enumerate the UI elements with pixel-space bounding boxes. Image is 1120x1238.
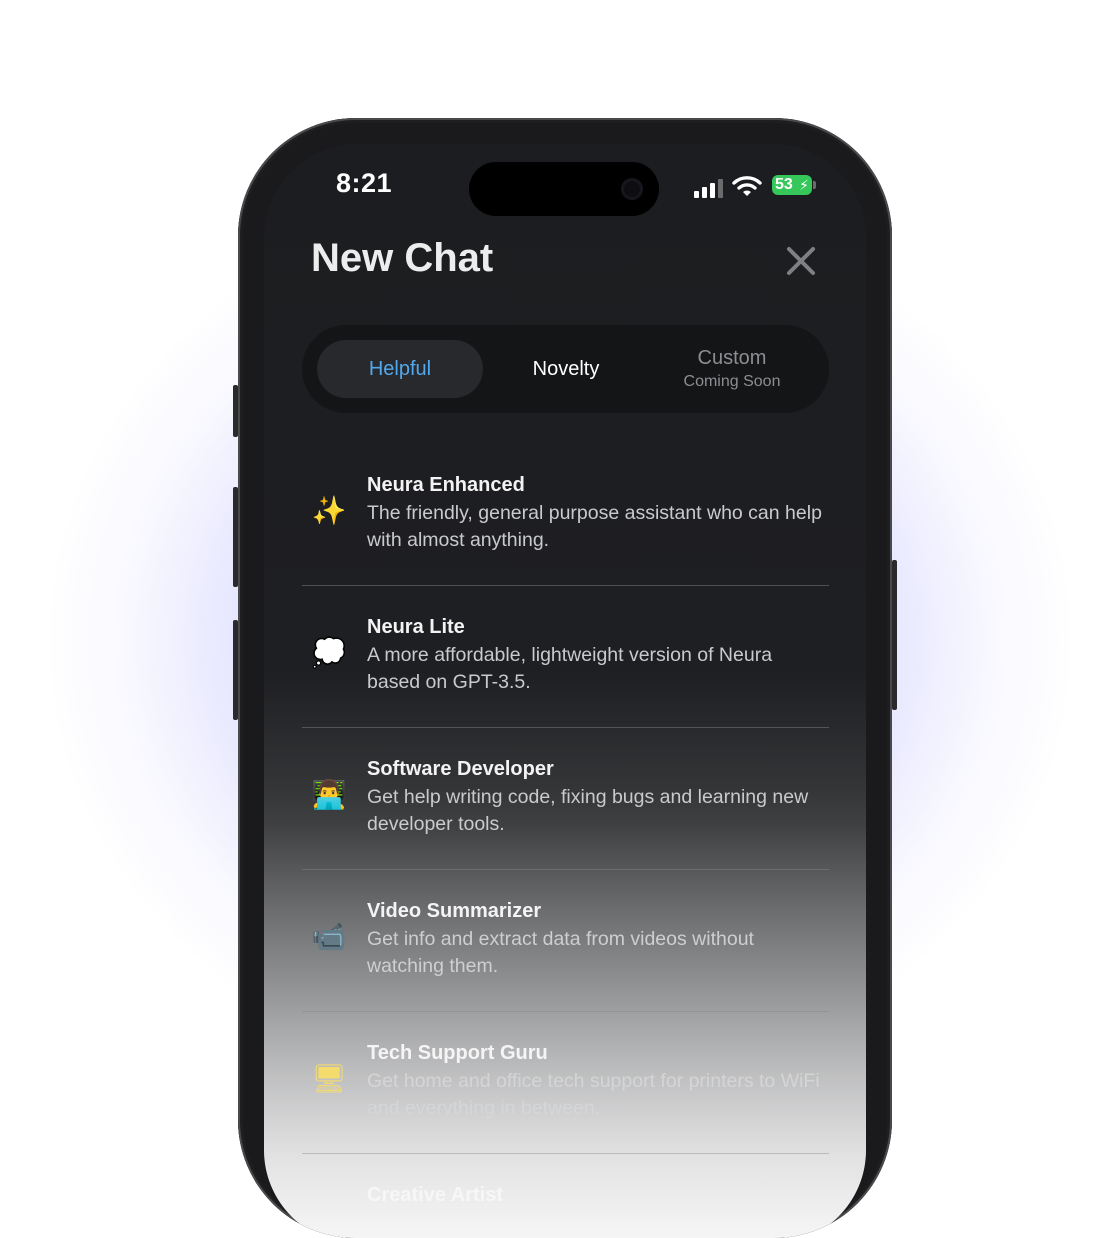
status-time: 8:21: [336, 168, 393, 198]
phone-screen: 8:21 53 ⚡ New Chat Helpful Novelty Custo…: [264, 144, 866, 1238]
close-icon[interactable]: [784, 244, 818, 278]
sparkles-icon: ✨: [311, 495, 347, 526]
battery-tip: [813, 181, 816, 189]
thought-bubble-icon: 💭: [311, 637, 347, 668]
wifi-icon: [732, 176, 762, 196]
battery-level: 53: [775, 176, 793, 193]
assistant-description: Get help writing code, fixing bugs and l…: [367, 786, 809, 835]
assistant-list: ✨ Neura Enhanced The friendly, general p…: [302, 444, 829, 1238]
list-item[interactable]: 💭 Neura Lite A more affordable, lightwei…: [302, 586, 829, 728]
battery-indicator: 53 ⚡: [772, 175, 812, 195]
tab-custom-sublabel: Coming Soon: [683, 373, 781, 390]
assistant-name: Neura Lite: [367, 616, 465, 638]
palette-icon: [310, 1202, 348, 1238]
dynamic-island: [469, 162, 659, 216]
video-camera-icon: 📹: [311, 921, 347, 952]
assistant-name: Creative Artist: [367, 1184, 503, 1206]
assistant-description: Get home and office tech support for pri…: [367, 1070, 820, 1119]
assistant-name: Neura Enhanced: [367, 474, 525, 496]
list-item[interactable]: 👨‍💻 Software Developer Get help writing …: [302, 728, 829, 870]
list-item[interactable]: Creative Artist: [302, 1154, 829, 1238]
list-item[interactable]: ✨ Neura Enhanced The friendly, general p…: [302, 444, 829, 586]
camera-icon: [621, 178, 643, 200]
page-title: New Chat: [311, 236, 494, 280]
assistant-name: Tech Support Guru: [367, 1042, 548, 1064]
assistant-name: Video Summarizer: [367, 900, 542, 922]
tab-custom-label: Custom: [697, 347, 767, 369]
technologist-icon: 👨‍💻: [311, 779, 347, 810]
assistant-name: Software Developer: [367, 758, 554, 780]
power-button: [892, 560, 897, 710]
list-item[interactable]: 📹 Video Summarizer Get info and extract …: [302, 870, 829, 1012]
tab-custom[interactable]: Custom Coming Soon: [649, 340, 815, 398]
tab-novelty[interactable]: Novelty: [483, 340, 649, 398]
assistant-description: Get info and extract data from videos wi…: [367, 928, 754, 977]
computer-icon: 🖥: [311, 1063, 347, 1094]
phone-frame: 8:21 53 ⚡ New Chat Helpful Novelty Custo…: [238, 118, 892, 1238]
assistant-description: A more affordable, lightweight version o…: [367, 644, 773, 693]
list-item[interactable]: 🖥 Tech Support Guru Get home and office …: [302, 1012, 829, 1154]
tab-helpful[interactable]: Helpful: [317, 340, 483, 398]
assistant-description: The friendly, general purpose assistant …: [367, 502, 822, 551]
charging-bolt-icon: ⚡: [799, 177, 809, 193]
cellular-signal-icon: [694, 178, 724, 198]
category-tabs: Helpful Novelty Custom Coming Soon: [302, 325, 829, 413]
